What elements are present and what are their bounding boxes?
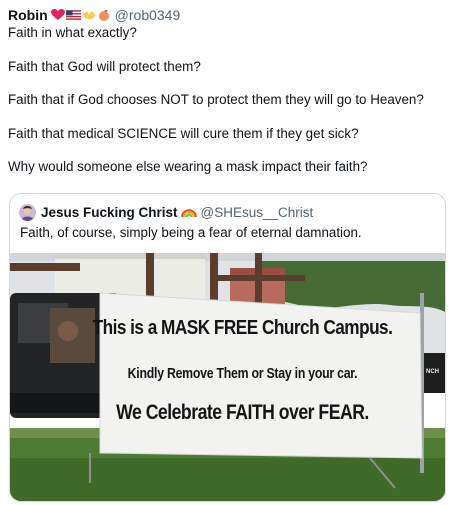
us-flag-icon (65, 10, 81, 20)
quote-author-handle[interactable]: @SHEsus__Christ (201, 205, 314, 220)
author-handle[interactable]: @rob0349 (115, 7, 181, 23)
trailer-sign-text: NCH (426, 369, 439, 375)
quote-text: Faith, of course, simply being a fear of… (20, 225, 362, 240)
tweet-body: Faith in what exactly? Faith that God wi… (8, 24, 444, 192)
tweet: Robin @rob0349 Faith in what exactly? Fa… (0, 0, 450, 505)
tweet-line: Faith that God will protect them? (8, 58, 201, 74)
tweet-author[interactable]: Robin @rob0349 (8, 6, 180, 24)
banner-line-3: We Celebrate FAITH over FEAR. (116, 401, 369, 424)
banner-line-2: Kindly Remove Them or Stay in your car. (127, 365, 358, 382)
red-heart-icon (50, 9, 65, 20)
quote-author[interactable]: Jesus Fucking Christ @SHEsus__Christ (19, 203, 313, 221)
quote-author-name[interactable]: Jesus Fucking Christ (41, 205, 178, 220)
author-emojis (50, 9, 111, 21)
tweet-line: Faith in what exactly? (8, 25, 137, 40)
tweet-line: Faith that if God chooses NOT to protect… (8, 92, 424, 107)
quoted-tweet[interactable]: Jesus Fucking Christ @SHEsus__Christ Fai… (9, 193, 446, 502)
tweet-line: Faith that medical SCIENCE will cure the… (8, 125, 359, 141)
author-name[interactable]: Robin (8, 7, 48, 23)
hands-icon (82, 11, 95, 19)
banner-line-1: This is a MASK FREE Church Campus. (92, 317, 393, 339)
tweet-line: Why would someone else wearing a mask im… (8, 159, 368, 174)
avatar[interactable] (19, 203, 36, 221)
church-banner-photo[interactable]: NCH This is a MASK FREE Church Campus. K… (10, 253, 445, 501)
peach-icon (98, 9, 109, 21)
rainbow-icon (180, 209, 197, 218)
